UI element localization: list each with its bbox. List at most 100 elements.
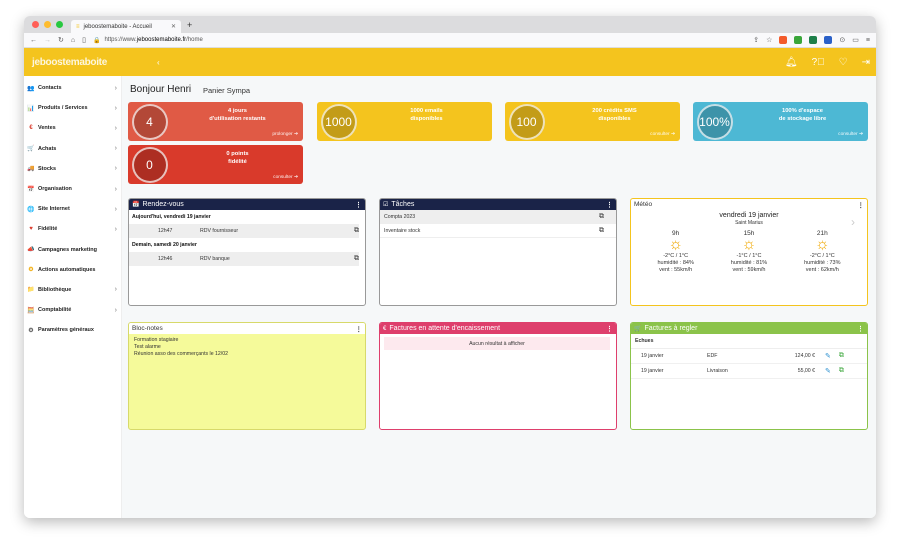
logout-icon[interactable]: ⇥ xyxy=(862,57,870,68)
tab-title: jeboostemaboite - Accueil xyxy=(83,23,152,30)
extension-icon[interactable] xyxy=(809,36,818,44)
section-echues: Echues xyxy=(631,334,867,349)
cart-icon: 🛒 xyxy=(634,326,642,332)
sidebar-item-label: Achats xyxy=(38,145,57,152)
logo[interactable]: jeboostemaboite xyxy=(32,57,107,68)
edit-icon[interactable]: ✎ xyxy=(825,352,831,360)
sidebar-item-fid-lit-[interactable]: ♥ Fidélité › xyxy=(24,219,121,239)
card-line2: fidélité xyxy=(228,159,247,165)
card-link[interactable]: consulter ➔ xyxy=(650,132,675,137)
facture-amount: 55,00 € xyxy=(797,368,815,374)
sidebar-item-produits-services[interactable]: 📊 Produits / Services › xyxy=(24,98,121,118)
share-icon[interactable]: ⇪ xyxy=(753,36,759,44)
url-field[interactable]: 🔒 https://www.jeboostemaboite.fr/home xyxy=(93,35,746,45)
url-domain: jeboostemaboite.fr xyxy=(136,37,187,43)
card-line1: 1000 emails xyxy=(410,108,443,114)
close-window-icon[interactable] xyxy=(32,21,39,28)
edit-icon[interactable]: ✎ xyxy=(825,367,831,375)
maximize-window-icon[interactable] xyxy=(56,21,63,28)
facture-name: EDF xyxy=(707,353,718,359)
more-icon[interactable]: ⋮ xyxy=(606,201,613,209)
star-icon[interactable]: ☆ xyxy=(766,36,772,44)
sidebar-icon: ♥ xyxy=(29,226,33,233)
sidebar-icon: 📅 xyxy=(27,186,35,193)
new-tab-icon[interactable]: + xyxy=(187,20,192,30)
more-icon[interactable]: ⋮ xyxy=(857,325,864,333)
app-header: jeboostemaboite ‹ 🔔︎ ?⃝ ♡ ⇥ xyxy=(24,48,876,76)
rdv-row[interactable]: 12h47 RDV fournisseur ⧉ xyxy=(129,224,359,238)
factures-reg-title: Factures à regler xyxy=(644,325,698,332)
browser-tab[interactable]: ≡ jeboostemaboite - Accueil ✕ xyxy=(71,20,181,33)
forecast-slot: 15h ☼ -1°C / 1°C humidité : 81% vent : 59km/… xyxy=(731,230,767,274)
bloc-header: Bloc-notes ⋮ xyxy=(129,323,365,334)
sidebar-item-organisation[interactable]: 📅 Organisation › xyxy=(24,179,121,199)
sidebar-item-contacts[interactable]: 👥 Contacts › xyxy=(24,78,121,98)
sidebar-item-label: Site Internet xyxy=(38,206,70,213)
rdv-title: Rendez-vous xyxy=(142,201,184,208)
card-line1: 4 jours xyxy=(227,108,247,114)
facture-row[interactable]: 19 janvier EDF 124,00 € ✎ ⧉ xyxy=(631,349,867,364)
sidebar-item-param-tres-g-n-raux[interactable]: ⚙ Paramètres généraux xyxy=(24,320,121,340)
open-icon[interactable]: ⧉ xyxy=(599,213,604,221)
card-link[interactable]: consulter ➔ xyxy=(838,132,863,137)
more-icon[interactable]: ⋮ xyxy=(858,201,865,209)
rdv-day1: Aujourd'hui, vendredi 19 janvier xyxy=(132,214,211,220)
chevron-right-icon: › xyxy=(114,84,117,92)
bloc-notes-panel[interactable]: Bloc-notes ⋮ Formation stagiaire Test al… xyxy=(128,322,366,430)
sidebar-item-label: Contacts xyxy=(38,85,62,92)
card-line2: disponibles xyxy=(598,116,631,122)
taches-title: Tâches xyxy=(391,201,415,208)
sidebar-item-actions-automatiques[interactable]: ⚙ Actions automatiques xyxy=(24,260,121,280)
forecast-humidity: humidité : 81% xyxy=(730,260,768,266)
forward-icon[interactable]: → xyxy=(44,37,51,44)
more-icon[interactable]: ⋮ xyxy=(355,201,362,209)
stat-card: 100 200 crédits SMS disponibles consulter ➔ xyxy=(505,102,680,141)
open-icon[interactable]: ⧉ xyxy=(354,227,359,235)
back-icon[interactable]: ← xyxy=(30,37,37,44)
open-icon[interactable]: ⧉ xyxy=(599,227,604,235)
home-icon[interactable]: ⌂ xyxy=(71,37,75,44)
brave-icon[interactable] xyxy=(779,36,788,44)
sidebar-item-comptabilit-[interactable]: 🧮 Comptabilité › xyxy=(24,300,121,320)
sun-icon: ☼ xyxy=(814,236,830,253)
reload-icon[interactable]: ↻ xyxy=(58,36,64,44)
bell-icon[interactable]: 🔔︎ xyxy=(785,57,798,68)
minimize-window-icon[interactable] xyxy=(44,21,51,28)
task-item[interactable]: Compta 2023 ⧉ xyxy=(380,210,616,224)
next-day-icon[interactable]: › xyxy=(851,215,855,229)
menu-icon[interactable]: ≡ xyxy=(866,37,870,44)
sidebar-item-ventes[interactable]: € Ventes › xyxy=(24,118,121,138)
chevron-right-icon: › xyxy=(114,286,117,294)
card-link-label: consulter xyxy=(650,132,670,137)
sidebar-item-biblioth-que[interactable]: 📁 Bibliothèque › xyxy=(24,280,121,300)
more-icon[interactable]: ⋮ xyxy=(606,325,613,333)
sidebar-item-stocks[interactable]: 🚚 Stocks › xyxy=(24,159,121,179)
extension-icon[interactable]: ⊙ xyxy=(839,36,845,44)
help-icon[interactable]: ?⃝ xyxy=(812,57,825,68)
sidebar-item-campagnes-marketing[interactable]: 📣 Campagnes marketing xyxy=(24,240,121,260)
heart-icon[interactable]: ♡ xyxy=(839,57,848,68)
extension-icon[interactable] xyxy=(824,36,833,44)
collapse-sidebar-icon[interactable]: ‹ xyxy=(157,58,160,67)
chevron-right-icon: › xyxy=(114,165,117,173)
open-icon[interactable]: ⧉ xyxy=(839,367,844,375)
more-icon[interactable]: ⋮ xyxy=(356,325,363,333)
rdv-row[interactable]: 12h46 RDV banque ⧉ xyxy=(129,252,359,266)
task-item[interactable]: Inventaire stock ⧉ xyxy=(380,224,616,238)
rdv-header: 📅 Rendez-vous ⋮ xyxy=(129,199,365,210)
sidebar-item-achats[interactable]: 🛒 Achats › xyxy=(24,139,121,159)
card-link[interactable]: consulter ➔ xyxy=(273,175,298,180)
card-link[interactable]: prolonger ➔ xyxy=(272,132,298,137)
sidebar-item-site-internet[interactable]: 🌐 Site Internet › xyxy=(24,199,121,219)
bookmark-icon[interactable]: ▯ xyxy=(82,36,86,44)
close-tab-icon[interactable]: ✕ xyxy=(171,23,176,30)
extension-icon[interactable] xyxy=(794,36,803,44)
facture-row[interactable]: 19 janvier Livraison 55,00 € ✎ ⧉ xyxy=(631,364,867,379)
sidebar-icon: 🚚 xyxy=(27,166,35,173)
open-icon[interactable]: ⧉ xyxy=(354,255,359,263)
factures-reg-header: 🛒 Factures à regler ⋮ xyxy=(631,323,867,334)
sidebar-icon: € xyxy=(29,125,33,132)
forecast-temp: -2°C / 1°C xyxy=(663,253,689,259)
sidebar-toggle-icon[interactable]: ▭ xyxy=(852,36,859,44)
open-icon[interactable]: ⧉ xyxy=(839,352,844,360)
